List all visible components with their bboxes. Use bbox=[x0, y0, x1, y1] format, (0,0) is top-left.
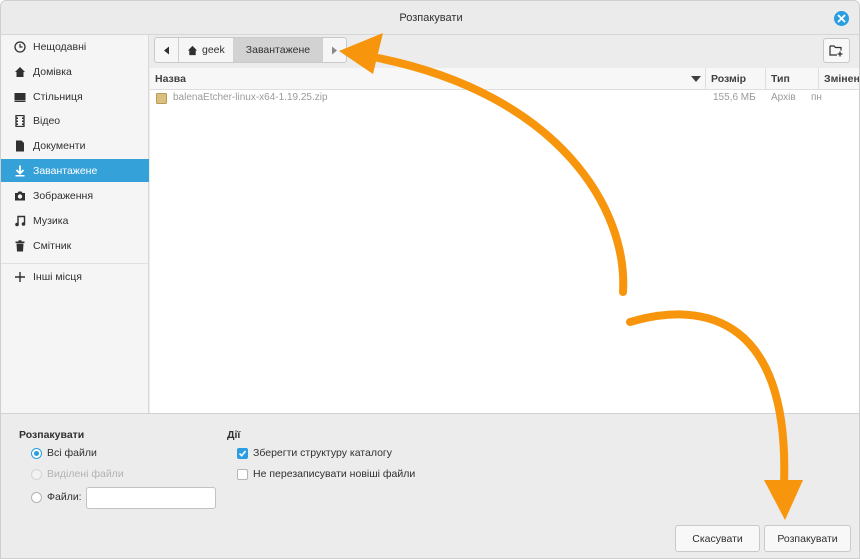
column-size[interactable]: Розмір bbox=[705, 68, 765, 90]
home-icon bbox=[13, 65, 27, 79]
sidebar-item-label: Смітник bbox=[33, 239, 72, 252]
file-name: balenaEtcher-linux-x64-1.19.25.zip bbox=[173, 92, 328, 103]
archive-file-icon bbox=[156, 93, 167, 107]
radio-files-label: Файли: bbox=[47, 491, 82, 503]
path-toolbar: geek Завантажене bbox=[150, 35, 859, 68]
column-name[interactable]: Назва bbox=[150, 68, 705, 90]
breadcrumb-current-label: Завантажене bbox=[245, 44, 311, 56]
camera-icon bbox=[13, 189, 27, 203]
sort-descending-icon bbox=[691, 76, 701, 82]
column-type[interactable]: Тип bbox=[765, 68, 818, 90]
sidebar-item-label: Відео bbox=[33, 114, 61, 127]
extract-dialog: Розпакувати Нещодавні Домівка Стільниця bbox=[0, 0, 860, 559]
sidebar-item-recent[interactable]: Нещодавні bbox=[1, 35, 149, 58]
column-type-label: Тип bbox=[771, 73, 790, 85]
column-modified[interactable]: Змінено bbox=[818, 68, 860, 90]
breadcrumb-home-label: geek bbox=[202, 44, 225, 56]
column-modified-label: Змінено bbox=[824, 73, 860, 85]
checkbox-no-overwrite-label: Не перезаписувати новіші файли bbox=[253, 468, 416, 480]
actions-group-title: Дії bbox=[227, 429, 241, 441]
breadcrumb-current[interactable]: Завантажене bbox=[233, 38, 324, 62]
chevron-left-icon bbox=[164, 46, 169, 54]
table-row[interactable]: balenaEtcher-linux-x64-1.19.25.zip 155,6… bbox=[150, 90, 859, 108]
sidebar-item-video[interactable]: Відео bbox=[1, 109, 149, 132]
radio-selected-files[interactable]: Виділені файли bbox=[31, 468, 124, 480]
column-size-label: Розмір bbox=[711, 73, 747, 85]
checkbox-keep-structure[interactable]: Зберегти структуру каталогу bbox=[237, 447, 392, 459]
checkbox-keep-structure-label: Зберегти структуру каталогу bbox=[253, 447, 392, 459]
sidebar-item-pictures[interactable]: Зображення bbox=[1, 184, 149, 207]
new-folder-icon bbox=[829, 45, 843, 57]
sidebar-item-label: Музика bbox=[33, 214, 69, 227]
sidebar-divider bbox=[1, 263, 149, 264]
sidebar-item-label: Нещодавні bbox=[33, 40, 87, 53]
sidebar-item-documents[interactable]: Документи bbox=[1, 134, 149, 157]
files-pattern-input[interactable] bbox=[86, 487, 216, 509]
sidebar-item-desktop[interactable]: Стільниця bbox=[1, 85, 149, 108]
close-icon bbox=[837, 14, 846, 23]
sidebar-item-label: Зображення bbox=[33, 189, 94, 202]
extract-group-title: Розпакувати bbox=[19, 429, 85, 441]
extract-options-panel: Розпакувати Всі файли Виділені файли Фай… bbox=[1, 413, 859, 558]
checkbox-indicator bbox=[237, 447, 248, 459]
cancel-button[interactable]: Скасувати bbox=[675, 525, 760, 552]
sidebar-item-home[interactable]: Домівка bbox=[1, 60, 149, 83]
radio-files[interactable]: Файли: bbox=[31, 491, 82, 503]
column-header: Назва Розмір Тип Змінено bbox=[150, 68, 860, 90]
file-browser: geek Завантажене Назва Розмір Тип Змінен… bbox=[150, 35, 860, 413]
home-icon bbox=[187, 45, 198, 55]
sidebar-item-other-locations[interactable]: Інші місця bbox=[1, 265, 149, 288]
window-title: Розпакувати bbox=[399, 12, 463, 24]
radio-all-files[interactable]: Всі файли bbox=[31, 447, 97, 459]
desktop-icon bbox=[13, 90, 27, 104]
sidebar-item-label: Інші місця bbox=[33, 270, 82, 283]
checkbox-indicator bbox=[237, 468, 248, 480]
sidebar-item-label: Завантажене bbox=[33, 164, 98, 177]
sidebar-item-downloads[interactable]: Завантажене bbox=[1, 159, 149, 182]
clock-icon bbox=[13, 40, 27, 54]
checkmark-icon bbox=[238, 449, 247, 457]
new-folder-button[interactable] bbox=[823, 38, 850, 63]
plus-icon bbox=[13, 270, 27, 284]
sidebar-item-label: Стільниця bbox=[33, 90, 83, 103]
sidebar-item-label: Документи bbox=[33, 139, 86, 152]
video-icon bbox=[13, 114, 27, 128]
column-name-label: Назва bbox=[155, 73, 186, 85]
file-modified: пн bbox=[811, 92, 822, 103]
radio-all-files-label: Всі файли bbox=[47, 447, 97, 459]
breadcrumb: geek Завантажене bbox=[154, 37, 348, 63]
radio-indicator bbox=[31, 447, 42, 459]
music-icon bbox=[13, 214, 27, 228]
sidebar-item-trash[interactable]: Смітник bbox=[1, 234, 149, 257]
document-icon bbox=[13, 139, 27, 153]
places-sidebar: Нещодавні Домівка Стільниця Відео Докуме… bbox=[1, 35, 149, 413]
file-size: 155,6 МБ bbox=[713, 92, 756, 103]
extract-button[interactable]: Розпакувати bbox=[764, 525, 851, 552]
breadcrumb-home[interactable]: geek bbox=[179, 38, 234, 62]
titlebar: Розпакувати bbox=[1, 1, 859, 35]
breadcrumb-back-button[interactable] bbox=[155, 38, 179, 62]
download-icon bbox=[13, 164, 27, 178]
radio-selected-files-label: Виділені файли bbox=[47, 468, 124, 480]
trash-icon bbox=[13, 239, 27, 253]
radio-indicator bbox=[31, 491, 42, 503]
file-type: Архів bbox=[771, 92, 796, 103]
sidebar-item-music[interactable]: Музика bbox=[1, 209, 149, 232]
radio-indicator bbox=[31, 468, 42, 480]
close-button[interactable] bbox=[834, 11, 849, 26]
checkbox-no-overwrite[interactable]: Не перезаписувати новіші файли bbox=[237, 468, 415, 480]
chevron-right-icon bbox=[332, 46, 338, 54]
sidebar-item-label: Домівка bbox=[33, 65, 72, 78]
breadcrumb-forward-button[interactable] bbox=[323, 38, 346, 62]
